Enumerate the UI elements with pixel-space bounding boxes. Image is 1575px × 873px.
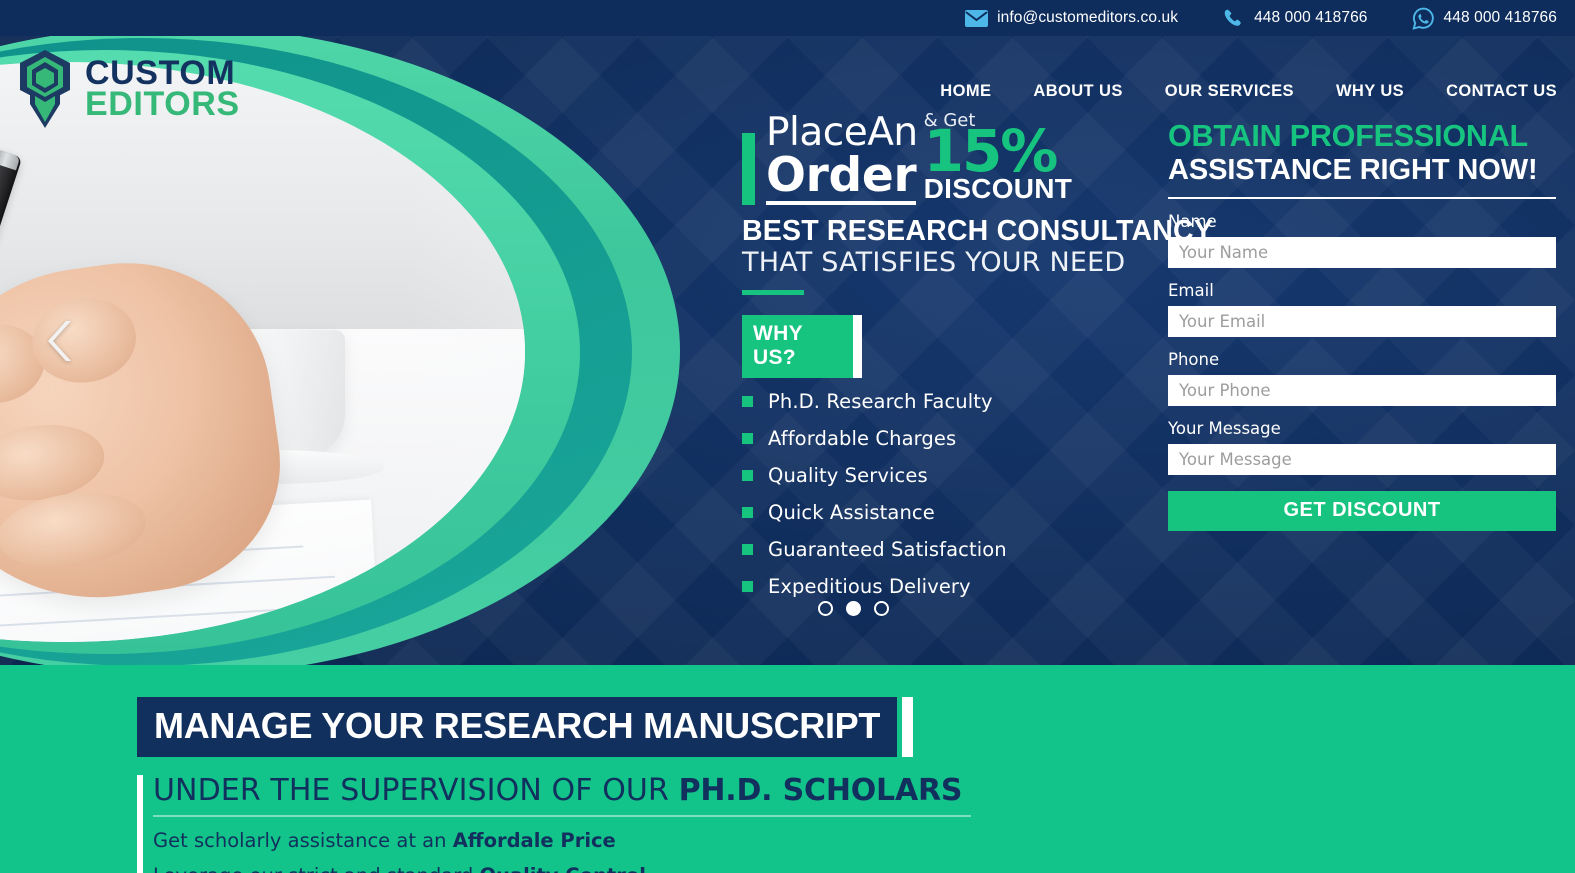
headline-order: Order	[766, 148, 917, 206]
why-us-badge-label: WHY US?	[742, 315, 853, 379]
message-label: Your Message	[1168, 418, 1281, 438]
promo-subtitle-bold: PH.D. SCHOLARS	[678, 773, 963, 808]
why-us-badge-cap	[852, 315, 862, 379]
top-contact-bar: info@customeditors.co.uk 448 000 418766 …	[0, 0, 1575, 36]
hero-subline-1: BEST RESEARCH CONSULTANCY	[742, 215, 1214, 248]
promo-line2-bold: Quality Control	[479, 864, 645, 873]
email-label: Email	[1168, 280, 1214, 300]
feature-label: Quick Assistance	[768, 501, 935, 525]
bullet-square-icon	[742, 470, 753, 482]
bullet-square-icon	[742, 544, 753, 556]
promo-banner-accent-line	[137, 775, 143, 873]
hero-section: CUSTOM EDITORS HOME ABOUT US OUR SERVICE…	[0, 0, 1575, 665]
promo-banner-title: MANAGE YOUR RESEARCH MANUSCRIPT	[137, 697, 898, 757]
feature-label: Affordable Charges	[768, 427, 957, 451]
hero-headline: PlaceAn Order & Get 15% DISCOUNT	[742, 110, 1162, 206]
hero-feature-list: Ph.D. Research Faculty Affordable Charge…	[742, 390, 1162, 598]
list-item: Expeditious Delivery	[742, 575, 1162, 598]
promo-line1-bold: Affordale Price	[452, 829, 616, 852]
form-heading-green: OBTAIN PROFESSIONAL	[1168, 119, 1528, 153]
promo-banner-subtitle: UNDER THE SUPERVISION OF OUR PH.D. SCHOL…	[153, 773, 971, 817]
bullet-square-icon	[742, 396, 753, 408]
list-item: Guaranteed Satisfaction	[742, 538, 1162, 561]
list-item: Quality Services	[742, 464, 1162, 487]
nav-item-why-us[interactable]: WHY US	[1336, 82, 1404, 101]
hero-copy: PlaceAn Order & Get 15% DISCOUNT BEST RE…	[742, 110, 1214, 612]
carousel-dot-1[interactable]	[818, 601, 833, 616]
logo-hexagon-pin-icon	[14, 48, 76, 130]
envelope-icon	[965, 7, 989, 30]
phone-input[interactable]	[1168, 374, 1556, 406]
headline-percent: 15%	[923, 117, 1059, 185]
hero-photo	[0, 62, 525, 642]
promo-banner: MANAGE YOUR RESEARCH MANUSCRIPT UNDER TH…	[0, 665, 1575, 873]
carousel-prev-button[interactable]	[42, 318, 78, 364]
nav-item-our-services[interactable]: OUR SERVICES	[1165, 82, 1294, 101]
discount-form: OBTAIN PROFESSIONAL ASSISTANCE RIGHT NOW…	[1168, 120, 1556, 531]
nav-item-contact-us[interactable]: CONTACT US	[1446, 82, 1557, 101]
nav-item-about-us[interactable]: ABOUT US	[1033, 82, 1122, 101]
topbar-phone-text: 448 000 418766	[1254, 9, 1368, 26]
hero-subline-2: THAT SATISFIES YOUR NEED	[742, 247, 1126, 279]
carousel-dot-3[interactable]	[874, 601, 889, 616]
logo-line-2: EDITORS	[85, 85, 240, 123]
name-label: Name	[1168, 211, 1217, 231]
phone-icon	[1222, 7, 1245, 30]
form-heading-white: ASSISTANCE RIGHT NOW!	[1168, 154, 1556, 199]
promo-banner-line-2: Leverage our strict and standard Quality…	[153, 864, 1017, 873]
bullet-square-icon	[742, 433, 753, 445]
feature-label: Guaranteed Satisfaction	[768, 538, 1007, 562]
headline-discount: DISCOUNT	[923, 173, 1073, 205]
why-us-badge: WHY US?	[742, 315, 862, 379]
list-item: Quick Assistance	[742, 501, 1162, 524]
main-navigation: HOME ABOUT US OUR SERVICES WHY US CONTAC…	[940, 82, 1557, 101]
carousel-dot-2-active[interactable]	[846, 601, 861, 616]
message-input[interactable]	[1168, 443, 1556, 475]
promo-banner-line-1: Get scholarly assistance at an Affordale…	[153, 829, 1017, 852]
carousel-dots	[818, 601, 889, 616]
promo-banner-title-cap	[902, 697, 914, 757]
topbar-email-text: info@customeditors.co.uk	[997, 9, 1179, 26]
promo-banner-copy: MANAGE YOUR RESEARCH MANUSCRIPT UNDER TH…	[137, 697, 1017, 873]
topbar-whatsapp-text: 448 000 418766	[1443, 9, 1557, 26]
hero-photo-area	[0, 36, 790, 665]
nav-item-home[interactable]: HOME	[940, 82, 991, 101]
topbar-email[interactable]: info@customeditors.co.uk	[965, 7, 1178, 30]
list-item: Ph.D. Research Faculty	[742, 390, 1162, 413]
promo-subtitle-normal: UNDER THE SUPERVISION OF OUR	[153, 773, 679, 808]
feature-label: Ph.D. Research Faculty	[768, 390, 993, 414]
headline-accent-bar	[742, 133, 755, 206]
feature-label: Quality Services	[768, 464, 928, 488]
list-item: Affordable Charges	[742, 427, 1162, 450]
bullet-square-icon	[742, 507, 753, 519]
topbar-whatsapp[interactable]: 448 000 418766	[1412, 7, 1557, 30]
name-input[interactable]	[1168, 236, 1556, 268]
hero-divider	[742, 290, 804, 296]
bullet-square-icon	[742, 581, 753, 593]
whatsapp-icon	[1412, 7, 1435, 30]
site-logo[interactable]: CUSTOM EDITORS	[14, 48, 240, 130]
page-root: info@customeditors.co.uk 448 000 418766 …	[0, 0, 1575, 873]
email-input[interactable]	[1168, 305, 1556, 337]
topbar-phone[interactable]: 448 000 418766	[1222, 7, 1367, 30]
phone-label: Phone	[1168, 349, 1220, 369]
promo-line2-normal: Leverage our strict and standard	[153, 864, 479, 873]
headline-place-an: PlaceAn	[766, 110, 918, 156]
promo-line1-normal: Get scholarly assistance at an	[153, 829, 453, 852]
get-discount-button[interactable]: GET DISCOUNT	[1168, 490, 1556, 531]
feature-label: Expeditious Delivery	[768, 575, 971, 599]
